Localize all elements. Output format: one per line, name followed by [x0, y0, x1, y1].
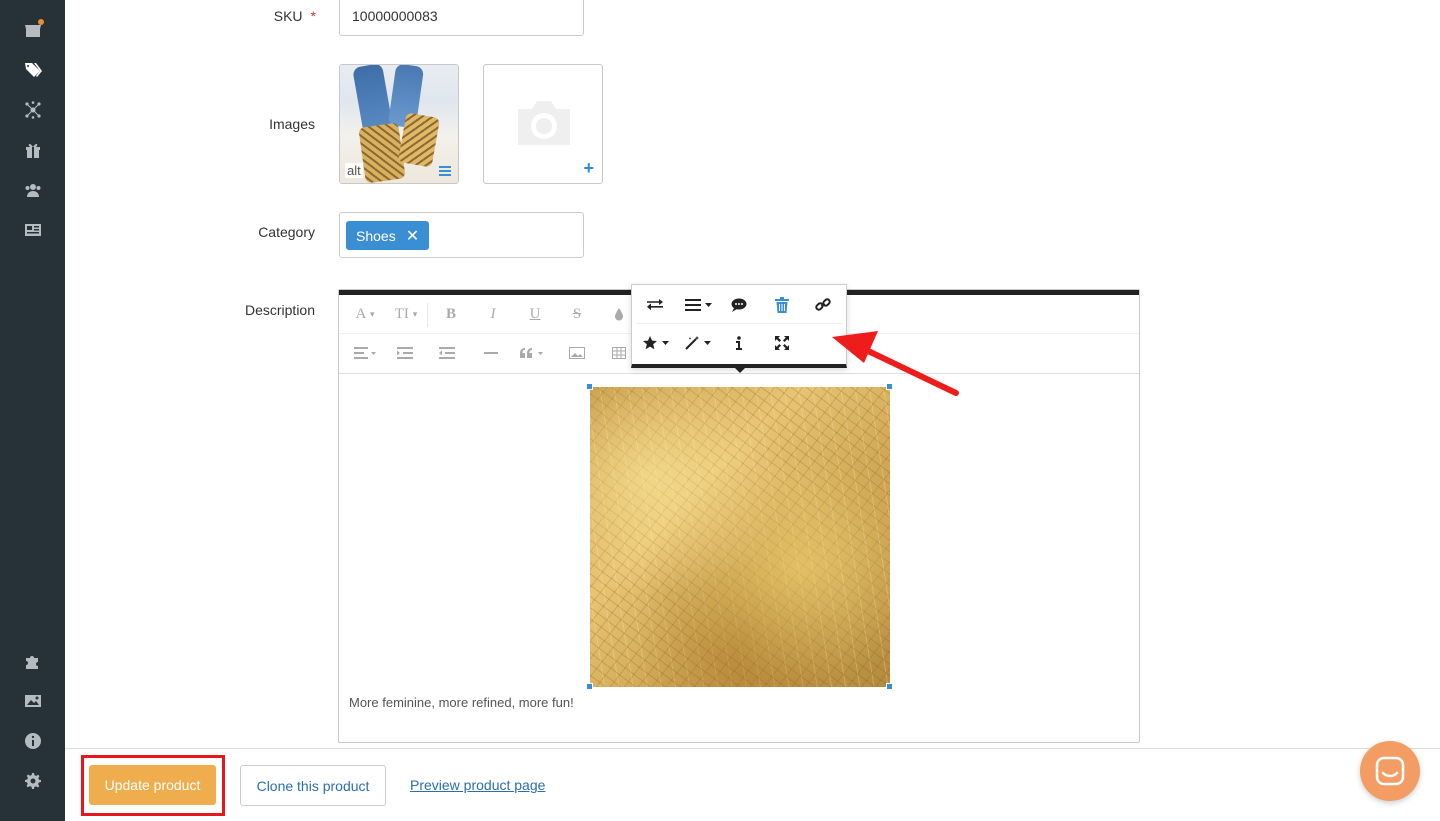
sku-label: SKU * — [273, 8, 316, 24]
sku-input[interactable] — [339, 0, 584, 36]
tags-icon[interactable] — [22, 59, 44, 81]
gift-icon[interactable] — [22, 139, 44, 161]
product-image-thumbnail[interactable]: alt — [339, 64, 459, 184]
swap-icon[interactable] — [640, 293, 670, 317]
category-tag-label: Shoes — [356, 227, 396, 244]
outdent-icon[interactable] — [437, 343, 457, 363]
image-alt-text: alt — [345, 163, 363, 178]
category-tag: Shoes ✕ — [346, 221, 430, 250]
align-icon[interactable] — [682, 293, 716, 317]
add-image-plus-icon[interactable]: + — [583, 158, 594, 179]
chat-icon[interactable] — [1360, 741, 1420, 801]
images-label: Images — [269, 116, 315, 132]
network-icon[interactable] — [22, 99, 44, 121]
menu-icon[interactable] — [439, 166, 451, 176]
info-icon[interactable] — [724, 331, 754, 355]
category-field[interactable]: Shoes ✕ — [339, 212, 584, 258]
description-label: Description — [244, 302, 315, 318]
image-popover-toolbar — [631, 284, 847, 373]
font-color-button[interactable]: A ▾ — [351, 304, 379, 324]
info-icon[interactable] — [22, 730, 44, 752]
underline-button[interactable]: U — [525, 304, 545, 324]
quote-icon[interactable] — [517, 343, 547, 363]
add-image-slot[interactable]: + — [483, 64, 603, 184]
remove-tag-icon[interactable]: ✕ — [406, 226, 419, 246]
users-icon[interactable] — [22, 179, 44, 201]
puzzle-icon[interactable] — [22, 650, 44, 672]
horizontal-rule-icon[interactable] — [481, 343, 501, 363]
description-image[interactable] — [590, 387, 890, 687]
italic-button[interactable]: I — [483, 304, 503, 324]
required-marker: * — [310, 8, 316, 24]
star-icon[interactable] — [640, 331, 674, 355]
link-icon[interactable] — [808, 293, 838, 317]
magic-wand-icon[interactable] — [682, 331, 716, 355]
category-label: Category — [258, 224, 315, 240]
store-icon[interactable] — [22, 19, 44, 41]
update-product-button[interactable]: Update product — [89, 765, 216, 805]
preview-product-link[interactable]: Preview product page — [410, 777, 545, 793]
news-icon[interactable] — [22, 219, 44, 241]
color-drop-icon[interactable] — [611, 304, 627, 324]
align-icon[interactable] — [351, 343, 379, 363]
expand-icon[interactable] — [767, 331, 797, 355]
font-size-button[interactable]: TI ▾ — [391, 304, 421, 324]
sidebar — [0, 0, 65, 821]
clone-product-button[interactable]: Clone this product — [240, 765, 386, 806]
resize-handle-bottom-left[interactable] — [586, 683, 593, 690]
image-icon[interactable] — [22, 690, 44, 712]
description-text[interactable]: More feminine, more refined, more fun! — [349, 695, 574, 710]
comment-icon[interactable] — [724, 293, 754, 317]
camera-icon — [518, 101, 570, 145]
table-icon[interactable] — [609, 343, 629, 363]
indent-icon[interactable] — [395, 343, 415, 363]
insert-image-icon[interactable] — [567, 343, 587, 363]
annotation-arrow — [832, 331, 959, 396]
resize-handle-top-left[interactable] — [586, 383, 593, 390]
resize-handle-bottom-right[interactable] — [886, 683, 893, 690]
gear-icon[interactable] — [22, 770, 44, 792]
strikethrough-button[interactable]: S — [567, 304, 587, 324]
bold-button[interactable]: B — [441, 304, 461, 324]
notification-dot — [38, 19, 44, 25]
trash-icon[interactable] — [767, 293, 797, 317]
